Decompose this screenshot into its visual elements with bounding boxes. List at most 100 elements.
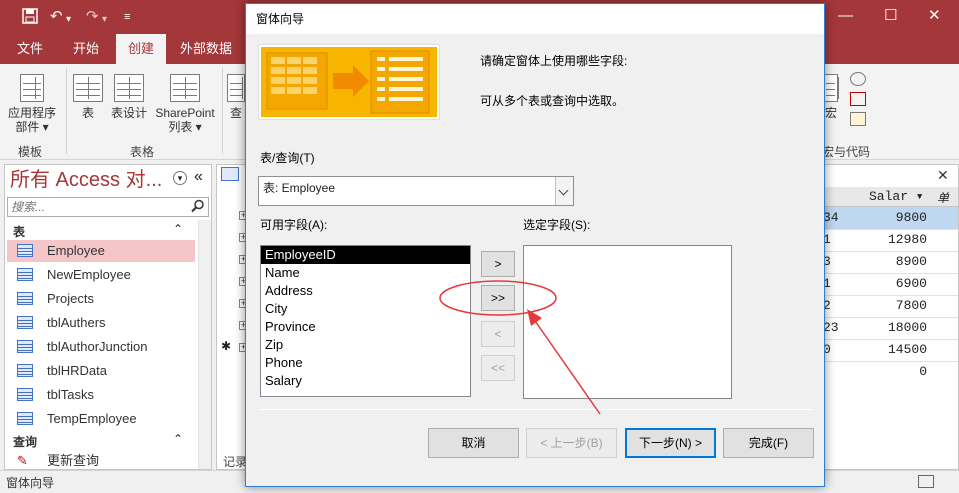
nav-section-tables[interactable]: 表 bbox=[13, 223, 25, 240]
back-button[interactable]: < 上一步(B) bbox=[526, 428, 617, 458]
nav-item-tbltasks[interactable]: tblTasks bbox=[7, 384, 195, 406]
record-navigator-label: 记录 bbox=[223, 455, 248, 469]
tab-home[interactable]: 开始 bbox=[60, 34, 112, 64]
close-button[interactable]: ✕ bbox=[928, 6, 941, 26]
cell-salary[interactable]: 14500 bbox=[867, 339, 927, 361]
table-icon bbox=[17, 244, 33, 257]
table-icon bbox=[17, 340, 33, 353]
wizard-illustration-icon bbox=[261, 47, 437, 117]
tab-external-data[interactable]: 外部数据 bbox=[170, 34, 242, 64]
visual-basic-icon[interactable] bbox=[850, 112, 866, 126]
maximize-button[interactable]: ☐ bbox=[884, 6, 897, 26]
save-icon[interactable] bbox=[22, 8, 38, 29]
group-label-macros-code: 宏与代码 bbox=[822, 145, 871, 159]
macro-icon bbox=[824, 74, 839, 102]
nav-section-queries[interactable]: 查询 bbox=[13, 433, 37, 450]
module-icons bbox=[850, 72, 870, 126]
group-separator bbox=[66, 68, 67, 154]
add-all-fields-button[interactable]: >> bbox=[481, 285, 515, 311]
datasheet-header: Salar ▾ 单击 bbox=[823, 187, 958, 222]
table-icon bbox=[17, 268, 33, 281]
remove-field-button[interactable]: < bbox=[481, 321, 515, 347]
nav-item-newemployee[interactable]: NewEmployee bbox=[7, 264, 195, 286]
sharepoint-icon bbox=[170, 74, 200, 102]
group-label-templates: 模板 bbox=[18, 145, 43, 159]
nav-item-tempemployee[interactable]: TempEmployee bbox=[7, 408, 195, 430]
nav-search-box[interactable] bbox=[7, 197, 209, 217]
table-query-value: 表: Employee bbox=[263, 181, 336, 195]
datasheet-tab-icon[interactable] bbox=[221, 167, 239, 181]
nav-collapse-button[interactable]: « bbox=[194, 168, 203, 186]
list-item[interactable]: Address bbox=[261, 282, 470, 300]
nav-scrollbar[interactable] bbox=[198, 220, 211, 469]
nav-search-input[interactable] bbox=[8, 198, 188, 216]
cancel-button[interactable]: 取消 bbox=[428, 428, 519, 458]
app-parts-button[interactable]: 应用程序 部件 ▾ bbox=[4, 74, 60, 134]
chevron-up-icon[interactable]: ⌃ bbox=[173, 432, 183, 446]
cell-salary[interactable]: 18000 bbox=[867, 317, 927, 339]
search-icon[interactable] bbox=[191, 199, 205, 216]
table-icon bbox=[17, 388, 33, 401]
finish-button[interactable]: 完成(F) bbox=[723, 428, 814, 458]
available-fields-list[interactable]: EmployeeID Name Address City Province Zi… bbox=[260, 245, 471, 397]
nav-pane-title[interactable]: 所有 Access 对... bbox=[10, 167, 162, 193]
list-item[interactable]: Salary bbox=[261, 372, 470, 390]
nav-menu-dropdown-icon[interactable]: ▾ bbox=[173, 171, 187, 185]
chevron-up-icon[interactable]: ⌃ bbox=[173, 222, 183, 236]
table-design-button[interactable]: 表设计 bbox=[108, 74, 150, 120]
customize-icon[interactable]: ≡ bbox=[124, 8, 130, 26]
next-button[interactable]: 下一步(N) > bbox=[625, 428, 716, 458]
datasheet-close-button[interactable]: ✕ bbox=[937, 167, 949, 184]
table-query-select[interactable]: 表: Employee bbox=[258, 176, 574, 206]
redo-dropdown-icon[interactable]: ▾ bbox=[102, 11, 107, 29]
nav-item-employee[interactable]: Employee bbox=[7, 240, 195, 262]
navigation-pane: 所有 Access 对... ▾ « 表 ⌃ Employee NewEmplo… bbox=[4, 164, 212, 470]
nav-item-update-query[interactable]: ✎ 更新查询 bbox=[7, 450, 195, 469]
table-button[interactable]: 表 bbox=[72, 74, 104, 120]
nav-item-tblhrdata[interactable]: tblHRData bbox=[7, 360, 195, 382]
form-wizard-dialog: 窗体向导 请确定窗体上使用哪些字段: 可从多个表或查询中选取。 表/查询(T) … bbox=[245, 3, 825, 487]
list-item[interactable]: Province bbox=[261, 318, 470, 336]
wizard-prompt-fields: 请确定窗体上使用哪些字段: bbox=[480, 54, 628, 68]
table-icon bbox=[73, 74, 103, 102]
list-item[interactable]: City bbox=[261, 300, 470, 318]
chevron-down-icon[interactable] bbox=[555, 177, 573, 205]
undo-dropdown-icon[interactable]: ▾ bbox=[66, 11, 71, 29]
cell-salary[interactable]: 9800 bbox=[867, 207, 927, 229]
cell-salary[interactable]: 0 bbox=[867, 361, 927, 383]
nav-item-tblauthorjunction[interactable]: tblAuthorJunction bbox=[7, 336, 195, 358]
sharepoint-lists-button[interactable]: SharePoint 列表 ▾ bbox=[152, 74, 218, 134]
cell-left[interactable]: 34 bbox=[823, 207, 839, 229]
selected-fields-list[interactable] bbox=[523, 245, 732, 399]
table-icon bbox=[17, 364, 33, 377]
undo-icon[interactable]: ↶ bbox=[50, 8, 63, 26]
tab-file[interactable]: 文件 bbox=[6, 34, 54, 64]
tab-create[interactable]: 创建 bbox=[116, 34, 166, 64]
cell-salary[interactable]: 8900 bbox=[867, 251, 927, 273]
query-icon bbox=[227, 74, 245, 102]
module-icon[interactable] bbox=[850, 92, 866, 106]
remove-all-fields-button[interactable]: << bbox=[481, 355, 515, 381]
cell-salary[interactable]: 12980 bbox=[867, 229, 927, 251]
wizard-banner-image bbox=[258, 44, 440, 120]
list-item[interactable]: Phone bbox=[261, 354, 470, 372]
query-wizard-button[interactable]: 查 bbox=[226, 74, 246, 120]
table-icon bbox=[17, 292, 33, 305]
nav-item-projects[interactable]: Projects bbox=[7, 288, 195, 310]
group-separator bbox=[222, 68, 223, 154]
redo-icon[interactable]: ↷ bbox=[86, 8, 99, 26]
datasheet-view-icon[interactable] bbox=[918, 475, 934, 488]
list-item[interactable]: Zip bbox=[261, 336, 470, 354]
available-fields-label: 可用字段(A): bbox=[260, 218, 328, 232]
minimize-button[interactable]: — bbox=[838, 6, 853, 26]
cell-left[interactable]: 23 bbox=[823, 317, 839, 339]
nav-item-tblauthers[interactable]: tblAuthers bbox=[7, 312, 195, 334]
list-item[interactable]: EmployeeID bbox=[261, 246, 470, 264]
class-module-icon[interactable] bbox=[850, 72, 866, 86]
group-label-tables: 表格 bbox=[130, 145, 155, 159]
cell-salary[interactable]: 6900 bbox=[867, 273, 927, 295]
list-item[interactable]: Name bbox=[261, 264, 470, 282]
cell-salary[interactable]: 7800 bbox=[867, 295, 927, 317]
column-header-salary[interactable]: Salar ▾ bbox=[869, 189, 924, 204]
add-field-button[interactable]: > bbox=[481, 251, 515, 277]
